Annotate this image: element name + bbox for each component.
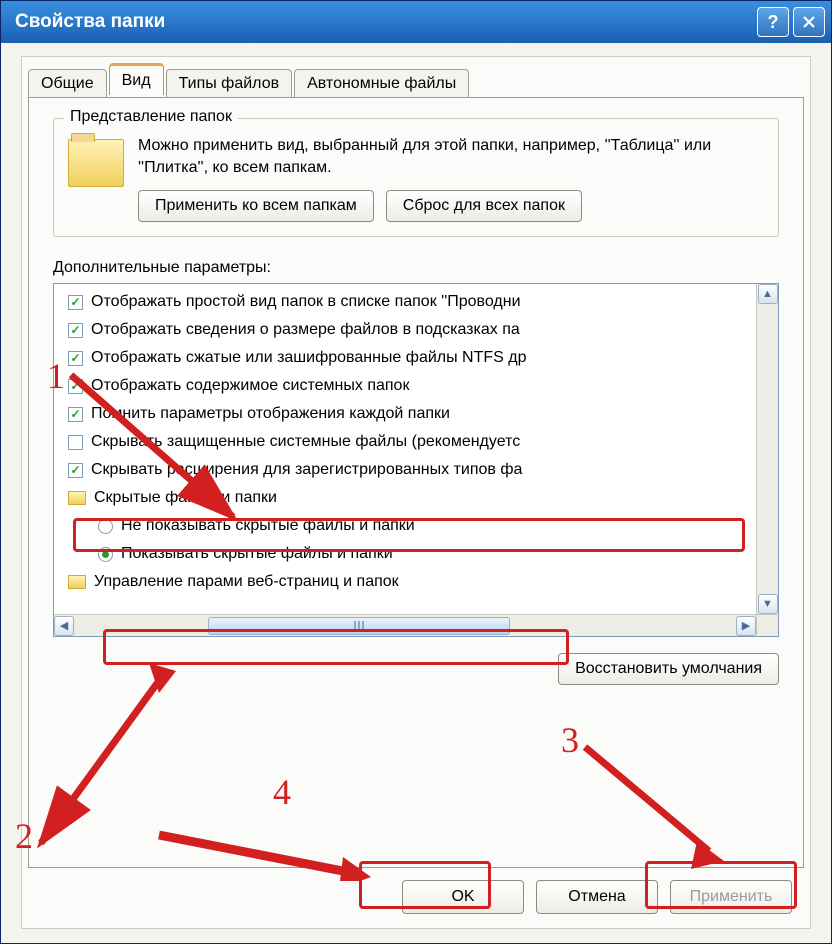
checkbox-icon[interactable]: ✓ [68, 351, 83, 366]
reset-all-button[interactable]: Сброс для всех папок [386, 190, 582, 222]
list-item[interactable]: ✓ Отображать сведения о размере файлов в … [54, 316, 778, 344]
groupbox-folder-views: Представление папок Можно применить вид,… [53, 118, 779, 237]
list-item-label: Скрывать расширения для зарегистрированн… [91, 461, 522, 479]
list-item-label: Скрывать защищенные системные файлы (рек… [91, 433, 520, 451]
tab-general[interactable]: Общие [28, 69, 107, 98]
scroll-left-button[interactable]: ◀ [54, 616, 74, 636]
horizontal-scrollbar[interactable]: ◀ ▶ [54, 614, 756, 636]
scroll-down-button[interactable]: ▼ [758, 594, 778, 614]
close-button[interactable] [793, 7, 825, 37]
groupbox-description: Можно применить вид, выбранный для этой … [138, 135, 764, 178]
tabpanel-view: Представление папок Можно применить вид,… [28, 97, 804, 868]
list-item-label: Не показывать скрытые файлы и папки [121, 517, 415, 535]
tabs: Общие Вид Типы файлов Автономные файлы [28, 63, 810, 97]
scroll-up-button[interactable]: ▲ [758, 284, 778, 304]
folder-icon [68, 491, 86, 505]
advanced-settings-list[interactable]: ✓ Отображать простой вид папок в списке п… [53, 283, 779, 637]
dialog-body: Общие Вид Типы файлов Автономные файлы П… [21, 56, 811, 929]
tab-filetypes[interactable]: Типы файлов [166, 69, 293, 98]
list-item[interactable]: Показывать скрытые файлы и папки [54, 540, 778, 568]
checkbox-icon[interactable] [68, 435, 83, 450]
ok-button[interactable]: OK [402, 880, 524, 914]
list-item[interactable]: ✓ Отображать простой вид папок в списке п… [54, 288, 778, 316]
apply-to-all-button[interactable]: Применить ко всем папкам [138, 190, 374, 222]
tab-offline[interactable]: Автономные файлы [294, 69, 469, 98]
list-item[interactable]: ✓ Отображать содержимое системных папок [54, 372, 778, 400]
list-item-label: Скрытые файлы и папки [94, 489, 277, 507]
scroll-thumb[interactable] [208, 617, 511, 635]
list-item-label: Управление парами веб-страниц и папок [94, 573, 399, 591]
list-item[interactable]: ✓ Помнить параметры отображения каждой па… [54, 400, 778, 428]
list-item-label: Отображать сведения о размере файлов в п… [91, 321, 520, 339]
folder-icon [68, 575, 86, 589]
tab-view[interactable]: Вид [109, 63, 164, 95]
checkbox-icon[interactable]: ✓ [68, 463, 83, 478]
checkbox-icon[interactable]: ✓ [68, 295, 83, 310]
advanced-settings-label: Дополнительные параметры: [53, 259, 779, 277]
dialog-buttons: OK Отмена Применить [402, 880, 792, 914]
list-item-label: Показывать скрытые файлы и папки [121, 545, 393, 563]
list-item[interactable]: ✓ Скрывать расширения для зарегистрирован… [54, 456, 778, 484]
radio-icon[interactable] [98, 547, 113, 562]
list-item-label: Помнить параметры отображения каждой пап… [91, 405, 450, 423]
list-item-label: Отображать содержимое системных папок [91, 377, 409, 395]
checkbox-icon[interactable]: ✓ [68, 379, 83, 394]
list-item-label: Отображать сжатые или зашифрованные файл… [91, 349, 527, 367]
list-item[interactable]: Скрывать защищенные системные файлы (рек… [54, 428, 778, 456]
scroll-right-button[interactable]: ▶ [736, 616, 756, 636]
list-item-label: Отображать простой вид папок в списке па… [91, 293, 521, 311]
help-button[interactable]: ? [757, 7, 789, 37]
list-item: Скрытые файлы и папки [54, 484, 778, 512]
vertical-scrollbar[interactable]: ▲ ▼ [756, 284, 778, 614]
titlebar: Свойства папки ? [1, 1, 831, 43]
radio-icon[interactable] [98, 519, 113, 534]
folder-icon [68, 139, 124, 187]
checkbox-icon[interactable]: ✓ [68, 407, 83, 422]
apply-button[interactable]: Применить [670, 880, 792, 914]
dialog-window: Свойства папки ? Общие Вид Типы файлов А… [0, 0, 832, 944]
restore-defaults-button[interactable]: Восстановить умолчания [558, 653, 779, 685]
checkbox-icon[interactable]: ✓ [68, 323, 83, 338]
window-title: Свойства папки [15, 11, 165, 33]
list-item[interactable]: ✓ Отображать сжатые или зашифрованные фай… [54, 344, 778, 372]
cancel-button[interactable]: Отмена [536, 880, 658, 914]
list-item: Управление парами веб-страниц и папок [54, 568, 778, 596]
groupbox-title: Представление папок [64, 108, 238, 126]
list-item[interactable]: Не показывать скрытые файлы и папки [54, 512, 778, 540]
